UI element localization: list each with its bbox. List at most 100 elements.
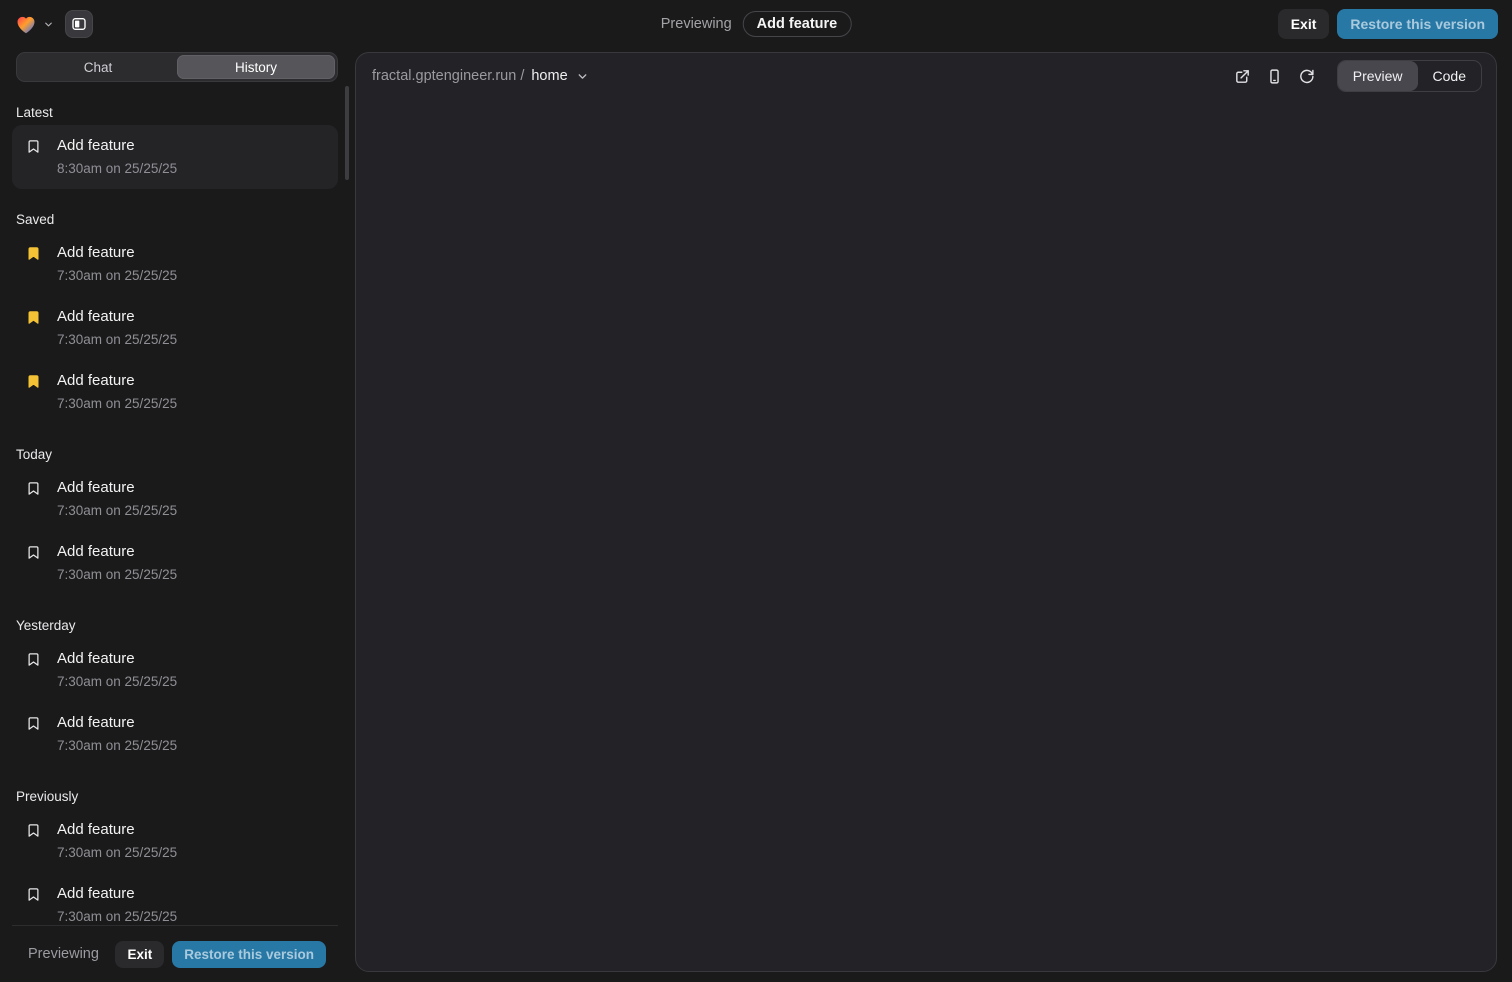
bookmark-outline-icon	[26, 545, 41, 560]
history-item-text: Add feature 7:30am on 25/25/25	[57, 307, 177, 347]
history-item-title: Add feature	[57, 884, 177, 903]
topbar-left	[14, 10, 93, 38]
preview-viewport[interactable]	[356, 99, 1496, 971]
preview-panel: fractal.gptengineer.run / home	[355, 52, 1497, 972]
bookmark-filled-icon	[26, 310, 41, 325]
section-items: Add feature 7:30am on 25/25/25 Add featu…	[12, 467, 338, 595]
footer-restore-button[interactable]: Restore this version	[172, 941, 326, 968]
restore-version-button[interactable]: Restore this version	[1337, 9, 1498, 39]
history-item-time: 7:30am on 25/25/25	[57, 567, 177, 582]
tab-history[interactable]: History	[177, 55, 335, 79]
section-items: Add feature 7:30am on 25/25/25 Add featu…	[12, 809, 338, 925]
history-item-text: Add feature 8:30am on 25/25/25	[57, 136, 177, 176]
history-item-time: 7:30am on 25/25/25	[57, 332, 177, 347]
history-item-time: 7:30am on 25/25/25	[57, 674, 177, 689]
history-item[interactable]: Add feature 7:30am on 25/25/25	[12, 232, 338, 296]
breadcrumb-page: home	[531, 68, 567, 84]
section-items: Add feature 8:30am on 25/25/25	[12, 125, 338, 189]
lovable-logo-icon[interactable]	[14, 12, 38, 36]
bookmark-outline-icon	[26, 481, 41, 496]
section-title: Previously	[16, 789, 338, 804]
history-item-text: Add feature 7:30am on 25/25/25	[57, 542, 177, 582]
footer-previewing-label: Previewing	[28, 946, 99, 962]
history-item-time: 7:30am on 25/25/25	[57, 845, 177, 860]
history-item[interactable]: Add feature 7:30am on 25/25/25	[12, 296, 338, 360]
history-item-title: Add feature	[57, 820, 177, 839]
version-badge: Add feature	[743, 11, 852, 37]
content-row: Chat History Latest Add feature 8:30am o…	[0, 48, 1512, 982]
history-item[interactable]: Add feature 7:30am on 25/25/25	[12, 638, 338, 702]
section-items: Add feature 7:30am on 25/25/25 Add featu…	[12, 638, 338, 766]
history-item[interactable]: Add feature 7:30am on 25/25/25	[12, 467, 338, 531]
history-item[interactable]: Add feature 7:30am on 25/25/25	[12, 702, 338, 766]
app-window: Previewing Add feature Exit Restore this…	[0, 0, 1512, 982]
history-item[interactable]: Add feature 7:30am on 25/25/25	[12, 360, 338, 424]
bookmark-outline-icon	[26, 716, 41, 731]
history-item-title: Add feature	[57, 478, 177, 497]
topbar: Previewing Add feature Exit Restore this…	[0, 0, 1512, 48]
history-section: Latest Add feature 8:30am on 25/25/25	[12, 105, 338, 189]
history-item-text: Add feature 7:30am on 25/25/25	[57, 478, 177, 518]
history-item[interactable]: Add feature 7:30am on 25/25/25	[12, 531, 338, 595]
history-section: Saved Add feature 7:30am on 25/25/25	[12, 212, 338, 424]
topbar-right: Exit Restore this version	[1278, 9, 1498, 39]
history-item[interactable]: Add feature 7:30am on 25/25/25	[12, 873, 338, 925]
history-item-text: Add feature 7:30am on 25/25/25	[57, 243, 177, 283]
breadcrumb-host: fractal.gptengineer.run /	[372, 68, 524, 84]
section-title: Latest	[16, 105, 338, 120]
preview-header: fractal.gptengineer.run / home	[356, 53, 1496, 99]
history-item-text: Add feature 7:30am on 25/25/25	[57, 820, 177, 860]
breadcrumb[interactable]: fractal.gptengineer.run / home	[372, 68, 589, 84]
open-in-new-icon[interactable]	[1234, 68, 1251, 85]
history-item[interactable]: Add feature 8:30am on 25/25/25	[12, 125, 338, 189]
history-sidebar: Chat History Latest Add feature 8:30am o…	[0, 48, 338, 982]
history-item-time: 7:30am on 25/25/25	[57, 909, 177, 924]
bookmark-outline-icon	[26, 139, 41, 154]
history-item-title: Add feature	[57, 542, 177, 561]
mobile-icon[interactable]	[1266, 68, 1283, 85]
topbar-center: Previewing Add feature	[661, 11, 852, 37]
chevron-down-icon	[576, 70, 589, 83]
section-items: Add feature 7:30am on 25/25/25 Add featu…	[12, 232, 338, 424]
history-item-title: Add feature	[57, 649, 177, 668]
history-item[interactable]: Add feature 7:30am on 25/25/25	[12, 809, 338, 873]
sidebar-scrollbar[interactable]	[345, 86, 349, 180]
toggle-code-button[interactable]: Code	[1418, 61, 1481, 91]
previewing-label: Previewing	[661, 16, 732, 32]
history-item-text: Add feature 7:30am on 25/25/25	[57, 884, 177, 924]
section-title: Yesterday	[16, 618, 338, 633]
refresh-icon[interactable]	[1298, 68, 1315, 85]
history-section: Today Add feature 7:30am on 25/25/25	[12, 447, 338, 595]
chevron-down-icon[interactable]	[43, 19, 54, 30]
history-item-title: Add feature	[57, 307, 177, 326]
bookmark-outline-icon	[26, 823, 41, 838]
section-title: Today	[16, 447, 338, 462]
history-item-title: Add feature	[57, 243, 177, 262]
history-item-text: Add feature 7:30am on 25/25/25	[57, 371, 177, 411]
history-item-time: 7:30am on 25/25/25	[57, 738, 177, 753]
history-item-title: Add feature	[57, 136, 177, 155]
sidebar-toggle-button[interactable]	[65, 10, 93, 38]
history-item-time: 7:30am on 25/25/25	[57, 396, 177, 411]
exit-button[interactable]: Exit	[1278, 9, 1330, 39]
tab-chat[interactable]: Chat	[19, 55, 177, 79]
history-item-title: Add feature	[57, 713, 177, 732]
history-section: Yesterday Add feature 7:30am on 25/25/25	[12, 618, 338, 766]
bookmark-filled-icon	[26, 374, 41, 389]
history-item-time: 7:30am on 25/25/25	[57, 268, 177, 283]
section-title: Saved	[16, 212, 338, 227]
history-item-time: 8:30am on 25/25/25	[57, 161, 177, 176]
preview-code-toggle: Preview Code	[1337, 60, 1482, 92]
bookmark-outline-icon	[26, 652, 41, 667]
history-item-time: 7:30am on 25/25/25	[57, 503, 177, 518]
sidebar-footer: Previewing Exit Restore this version	[12, 925, 338, 982]
history-item-text: Add feature 7:30am on 25/25/25	[57, 713, 177, 753]
bookmark-filled-icon	[26, 246, 41, 261]
footer-buttons: Exit Restore this version	[115, 941, 326, 968]
toggle-preview-button[interactable]: Preview	[1338, 61, 1418, 91]
preview-actions: Preview Code	[1234, 60, 1482, 92]
history-item-title: Add feature	[57, 371, 177, 390]
history-item-text: Add feature 7:30am on 25/25/25	[57, 649, 177, 689]
sidebar-toggle-icon	[71, 16, 87, 32]
footer-exit-button[interactable]: Exit	[115, 941, 164, 968]
